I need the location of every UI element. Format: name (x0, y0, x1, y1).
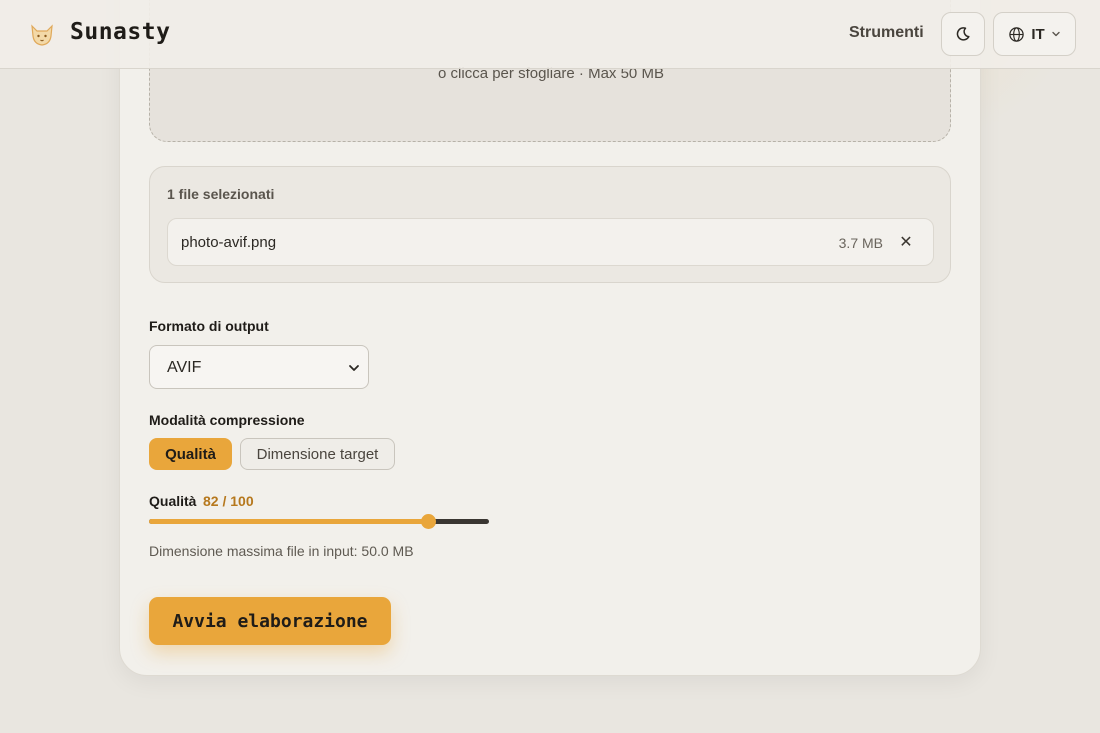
top-header: Sunasty Strumenti IT (0, 0, 1100, 69)
nav-tools-link[interactable]: Strumenti (849, 24, 924, 42)
language-selector[interactable]: IT (993, 12, 1076, 56)
fox-logo-icon (31, 24, 53, 46)
selected-files-panel: 1 file selezionati photo-avif.png 3.7 MB… (149, 166, 951, 283)
start-processing-button[interactable]: Avvia elaborazione (149, 597, 391, 645)
file-name: photo-avif.png (181, 234, 277, 251)
output-format-label: Formato di output (149, 318, 269, 334)
quality-slider[interactable] (149, 514, 489, 529)
quality-slider-fill (149, 519, 428, 524)
selected-files-title: 1 file selezionati (167, 186, 275, 202)
quality-slider-thumb[interactable] (421, 514, 436, 529)
max-input-size-hint: Dimensione massima file in input: 50.0 M… (149, 543, 414, 559)
brand-name[interactable]: Sunasty (70, 19, 170, 45)
language-code: IT (1031, 25, 1045, 43)
quality-value: 82 / 100 (203, 493, 254, 509)
mode-target-size-button[interactable]: Dimensione target (240, 438, 395, 470)
file-size: 3.7 MB (838, 235, 883, 251)
remove-file-button[interactable]: ✕ (895, 231, 917, 253)
theme-toggle-button[interactable] (941, 12, 985, 56)
globe-icon (1009, 26, 1025, 42)
mode-quality-button[interactable]: Qualità (149, 438, 232, 470)
file-item: photo-avif.png 3.7 MB ✕ (167, 218, 934, 266)
quality-label: Qualità (149, 493, 197, 509)
moon-icon (956, 27, 970, 41)
output-format-select[interactable]: AVIF (149, 345, 369, 389)
chevron-down-icon (349, 365, 359, 371)
chevron-down-icon (1051, 31, 1060, 37)
output-format-value: AVIF (167, 359, 202, 376)
compression-mode-label: Modalità compressione (149, 412, 305, 428)
